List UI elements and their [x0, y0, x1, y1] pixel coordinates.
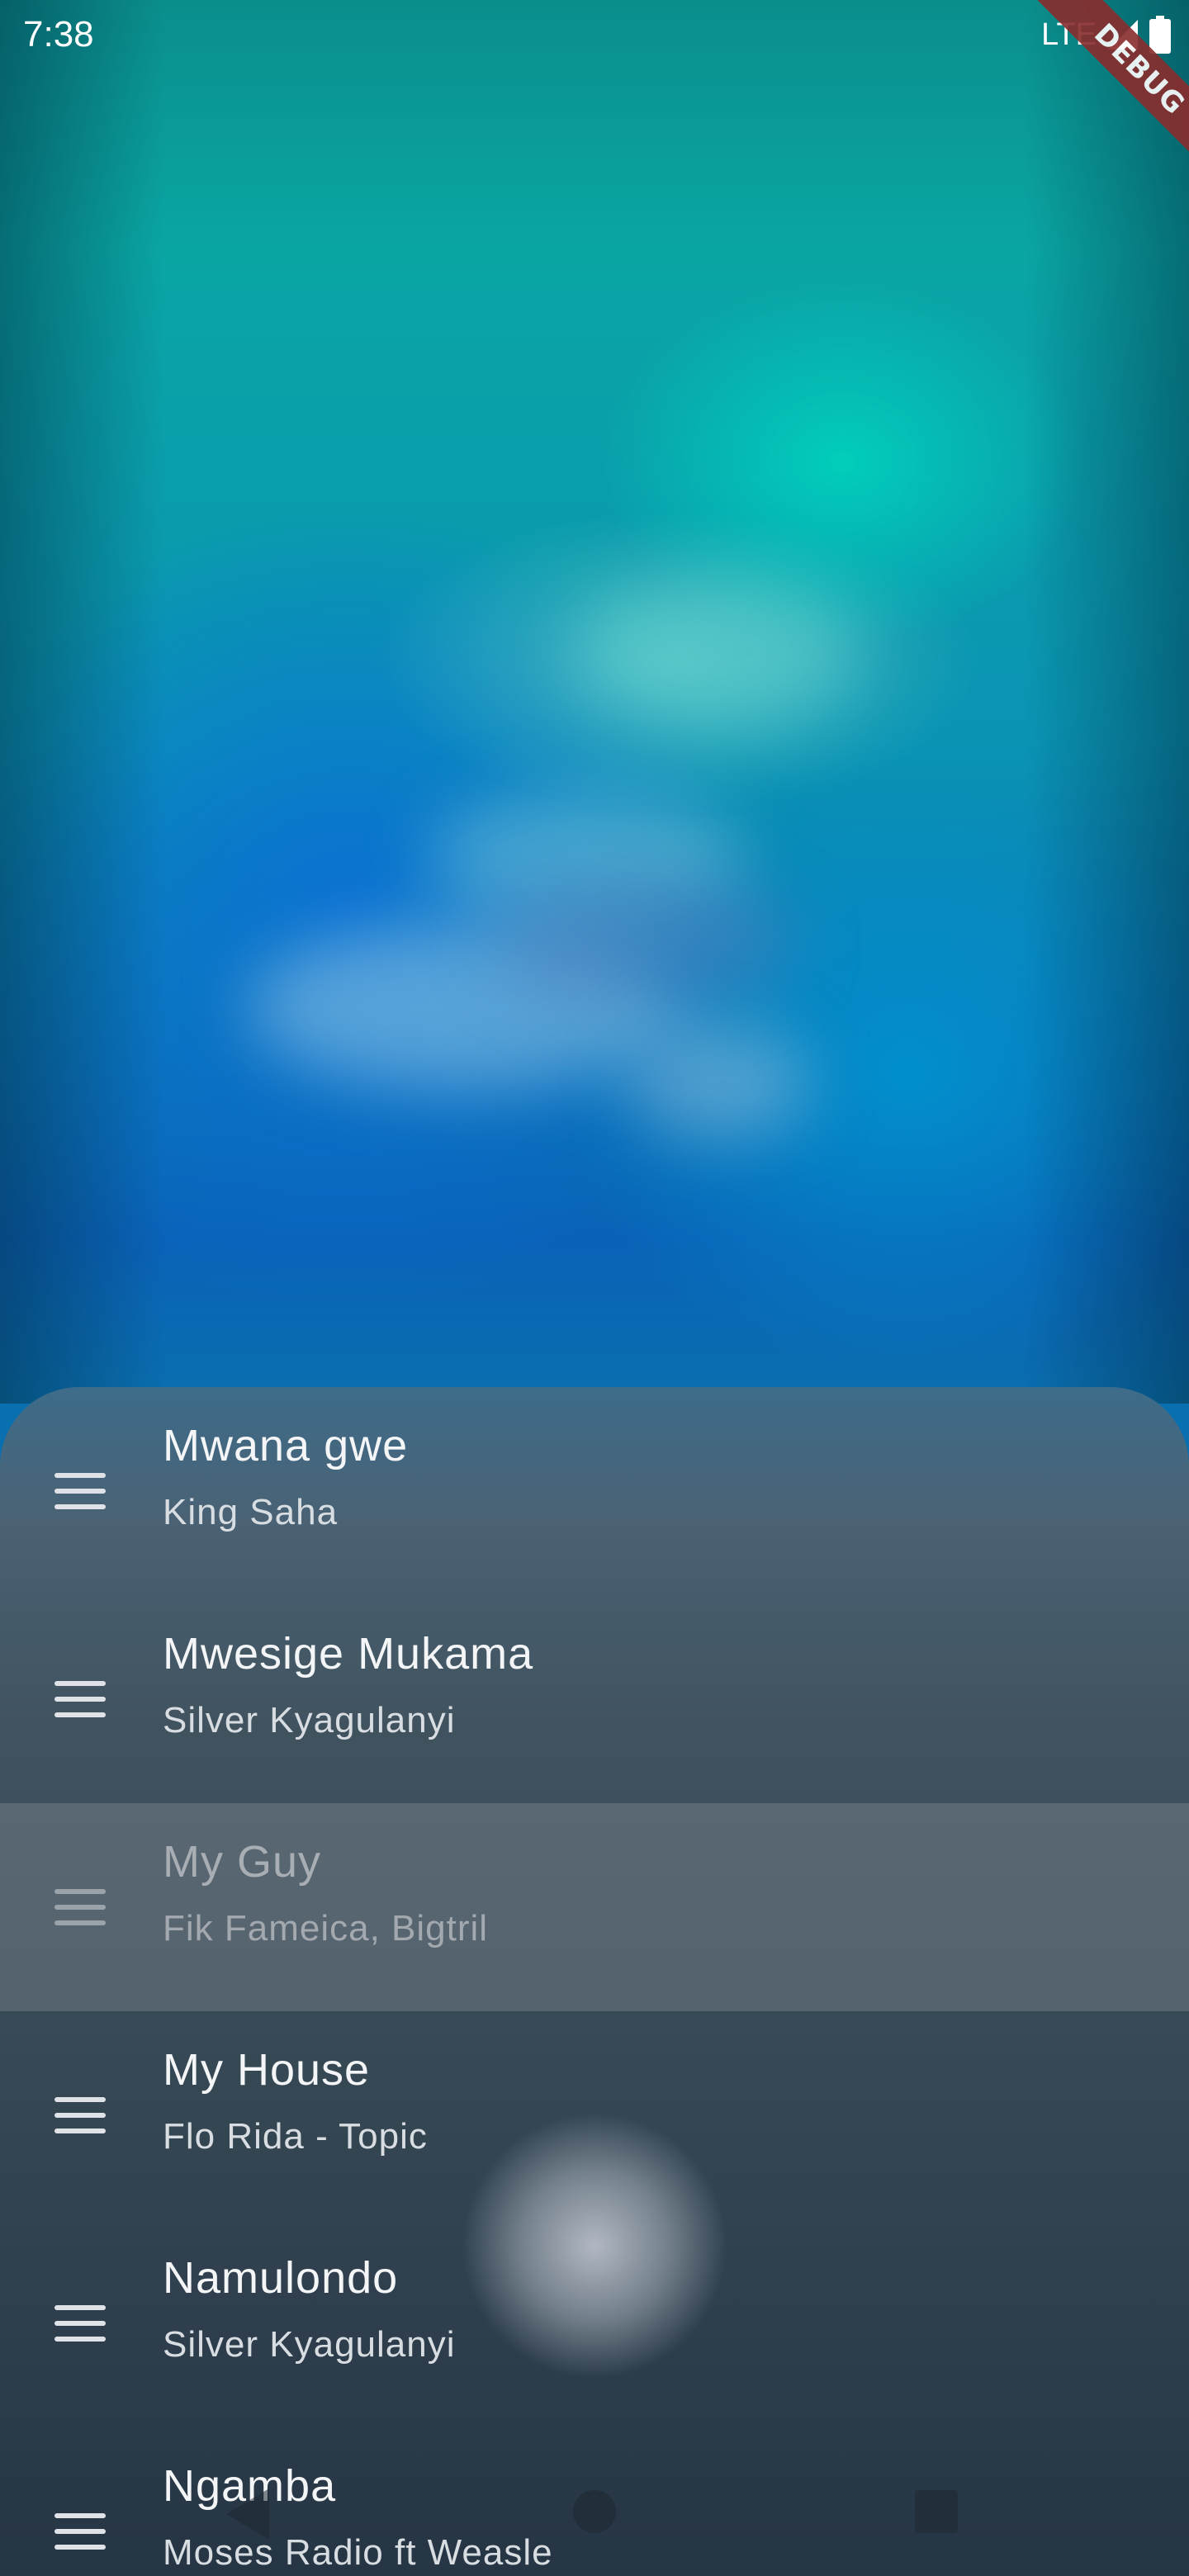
song-artist: Silver Kyagulanyi — [163, 2324, 456, 2365]
playlist-sheet: Mwana gwe King Saha Mwesige Mukama Silve… — [0, 1387, 1189, 2576]
status-bar: 7:38 LTE — [0, 0, 1189, 69]
song-artist: King Saha — [163, 1492, 339, 1532]
song-title: Namulondo — [163, 2253, 399, 2303]
drag-handle-icon[interactable] — [53, 2299, 109, 2348]
song-title: Mwesige Mukama — [163, 1629, 534, 1679]
drag-handle-icon[interactable] — [53, 1674, 109, 1724]
song-artist: Silver Kyagulanyi — [163, 1700, 456, 1740]
battery-icon — [1149, 16, 1171, 54]
back-triangle-icon[interactable] — [223, 2485, 272, 2543]
drag-handle-icon[interactable] — [53, 1882, 109, 1932]
song-list-item-dragging[interactable]: My Guy Fik Fameica, Bigtril — [0, 1803, 1189, 2011]
background-vignette — [0, 0, 1189, 1404]
home-circle-icon[interactable] — [573, 2490, 616, 2533]
song-artist: Fik Fameica, Bigtril — [163, 1908, 489, 1949]
song-list-item[interactable]: Mwana gwe King Saha — [0, 1387, 1189, 1595]
app-screen: 7:38 LTE DEBUG Mwana gwe King Saha Mwesi… — [0, 0, 1189, 2576]
song-title: Mwana gwe — [163, 1421, 409, 1470]
song-title: My Guy — [163, 1837, 322, 1887]
song-title: My House — [163, 2045, 371, 2095]
drag-handle-icon[interactable] — [53, 1466, 109, 1516]
song-artist: Flo Rida - Topic — [163, 2116, 428, 2157]
song-list-item[interactable]: Mwesige Mukama Silver Kyagulanyi — [0, 1595, 1189, 1803]
system-navigation-bar — [0, 2460, 1189, 2576]
recents-square-icon[interactable] — [915, 2490, 958, 2533]
song-list-item[interactable]: My House Flo Rida - Topic — [0, 2011, 1189, 2219]
status-time: 7:38 — [23, 14, 94, 54]
song-list-item[interactable]: Namulondo Silver Kyagulanyi — [0, 2219, 1189, 2427]
drag-handle-icon[interactable] — [53, 2091, 109, 2140]
